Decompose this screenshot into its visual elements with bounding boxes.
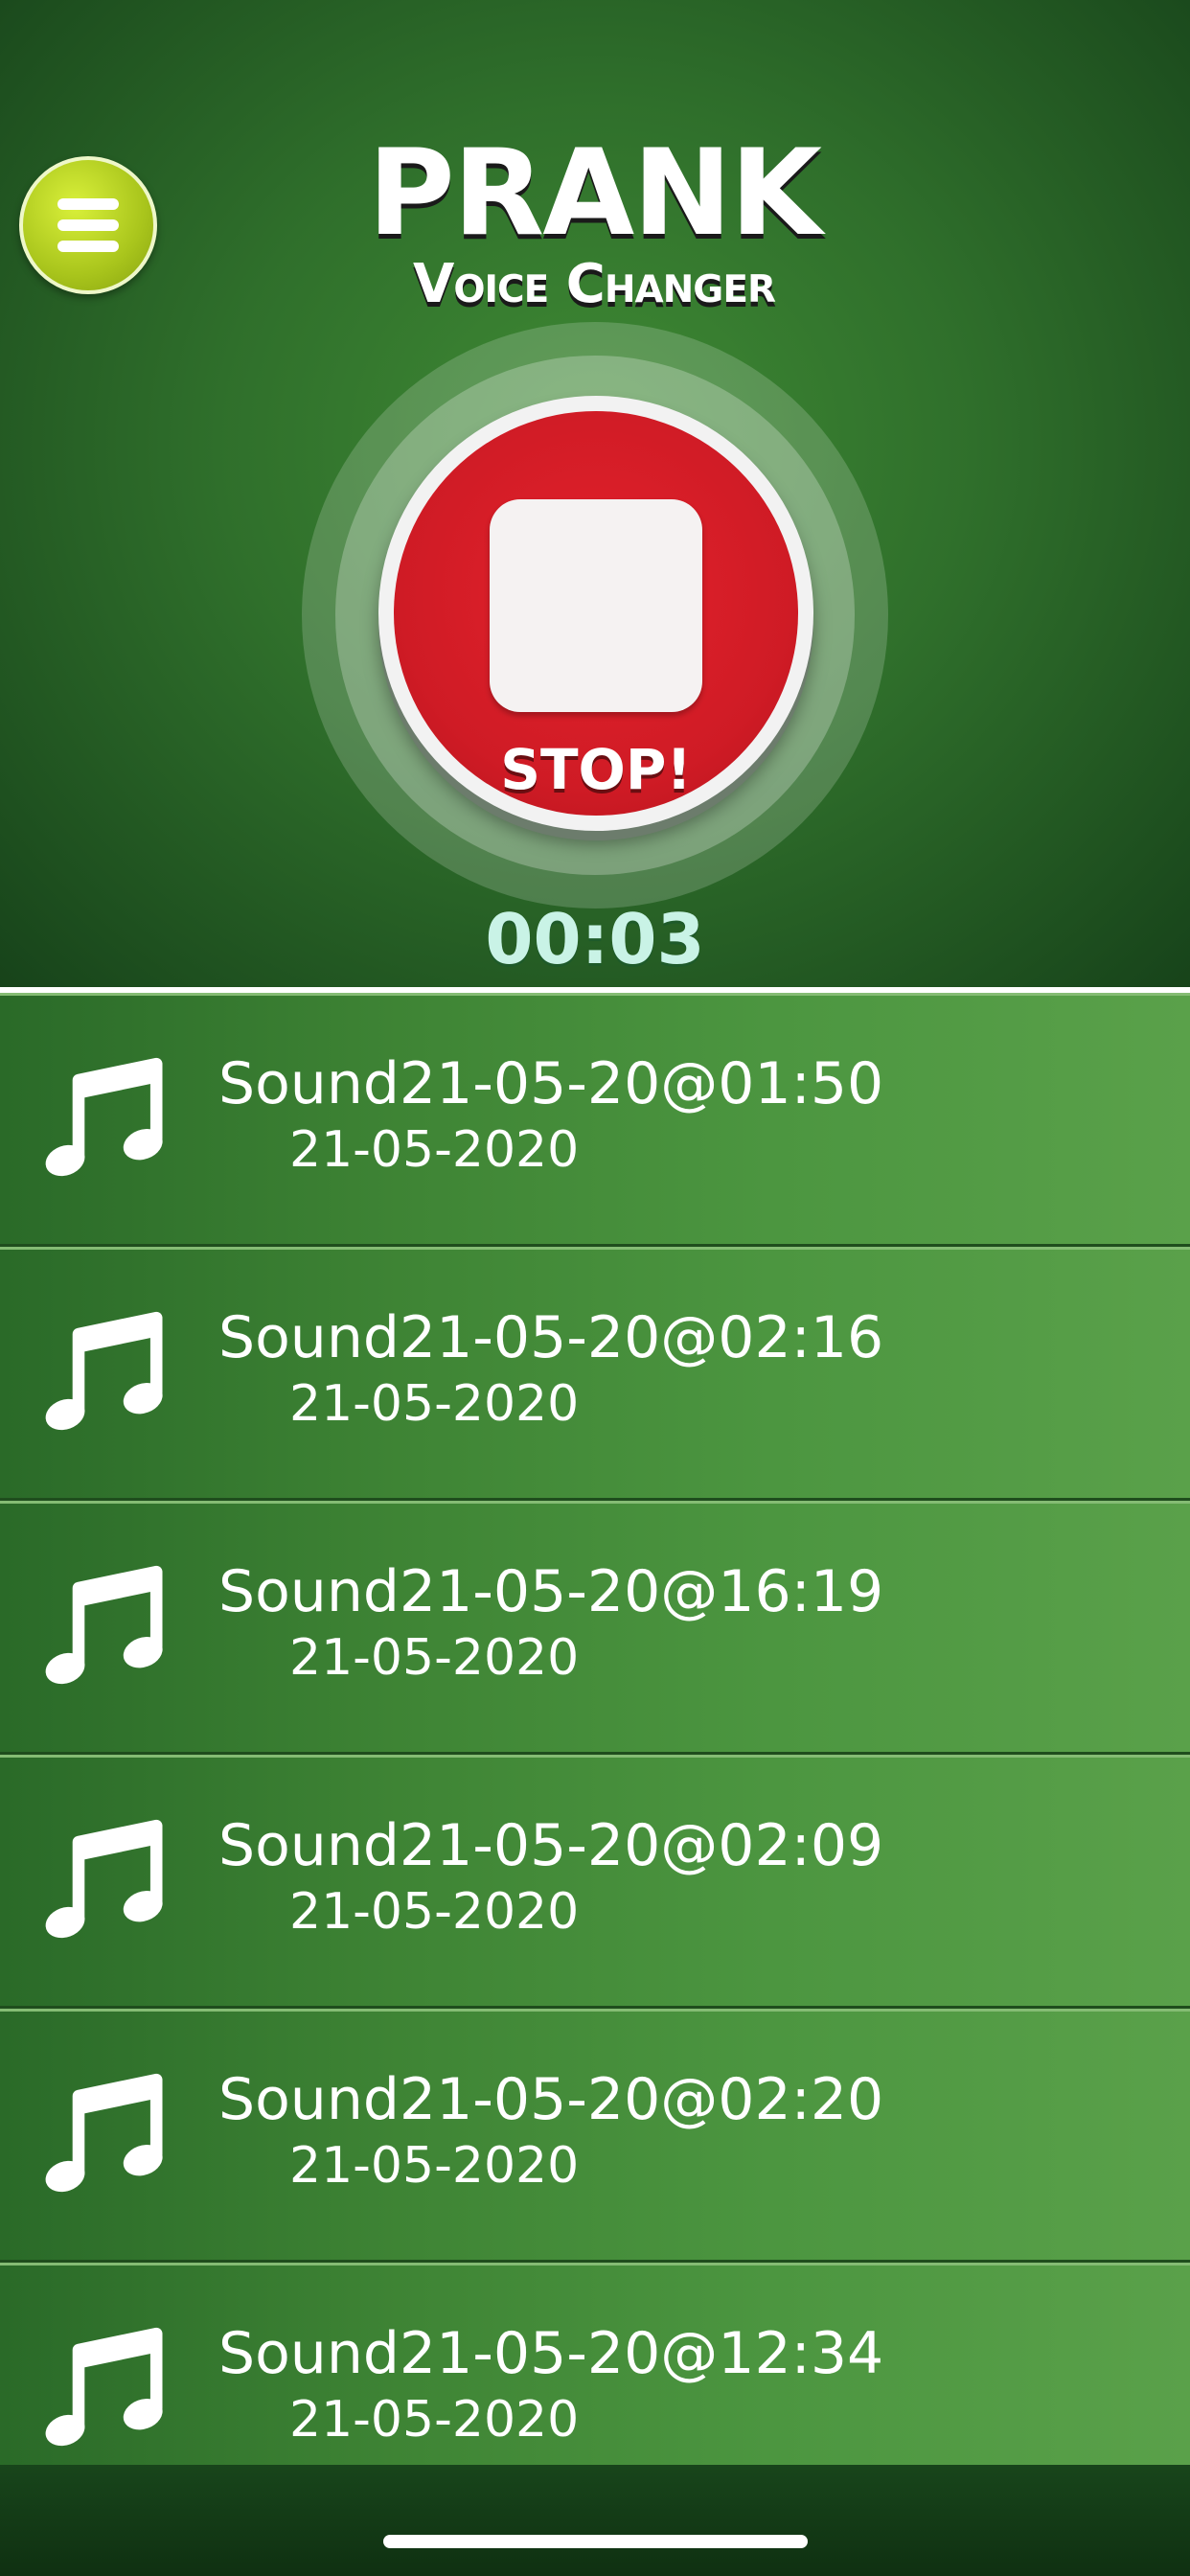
music-note-icon	[45, 1565, 163, 1685]
music-note-icon	[45, 1057, 163, 1177]
recording-item[interactable]: Sound21-05-20@12:34 21-05-2020	[0, 2263, 1190, 2465]
recording-item[interactable]: Sound21-05-20@02:16 21-05-2020	[0, 1247, 1190, 1501]
app-title-line1: PRANK	[367, 125, 822, 263]
recording-date: 21-05-2020	[289, 1883, 580, 1941]
recording-item[interactable]: Sound21-05-20@01:50 21-05-2020	[0, 993, 1190, 1247]
music-note-icon	[45, 2073, 163, 2193]
recording-title: Sound21-05-20@02:20	[218, 2066, 884, 2133]
recording-title: Sound21-05-20@01:50	[218, 1050, 884, 1117]
recording-item[interactable]: Sound21-05-20@02:09 21-05-2020	[0, 1755, 1190, 2009]
app-title: PRANK Voice Changer	[345, 134, 843, 316]
recording-date: 21-05-2020	[289, 2391, 580, 2449]
recorder-panel: PRANK Voice Changer STOP! 00:03	[0, 0, 1190, 987]
recording-date: 21-05-2020	[289, 1629, 580, 1687]
app-title-line2: Voice Changer	[412, 253, 776, 315]
recording-date: 21-05-2020	[289, 1121, 580, 1179]
recording-title: Sound21-05-20@02:09	[218, 1812, 884, 1879]
music-note-icon	[45, 1819, 163, 1939]
music-note-icon	[45, 1311, 163, 1431]
home-indicator[interactable]	[383, 2535, 808, 2548]
recording-title: Sound21-05-20@12:34	[218, 2320, 884, 2387]
stop-button-face: STOP!	[394, 411, 798, 816]
recording-title: Sound21-05-20@02:16	[218, 1304, 884, 1371]
bottom-safe-area	[0, 2465, 1190, 2576]
recording-date: 21-05-2020	[289, 1375, 580, 1433]
recording-timer: 00:03	[485, 899, 705, 979]
recordings-list: Sound21-05-20@01:50 21-05-2020 Sound21-0…	[0, 993, 1190, 2465]
stop-recording-button[interactable]: STOP!	[378, 396, 813, 831]
music-note-icon	[45, 2327, 163, 2447]
menu-button[interactable]	[19, 156, 157, 294]
stop-square-icon	[490, 499, 702, 712]
recording-item[interactable]: Sound21-05-20@02:20 21-05-2020	[0, 2009, 1190, 2263]
recording-date: 21-05-2020	[289, 2137, 580, 2195]
recording-item[interactable]: Sound21-05-20@16:19 21-05-2020	[0, 1501, 1190, 1755]
stop-button-label: STOP!	[500, 737, 692, 802]
recording-title: Sound21-05-20@16:19	[218, 1558, 884, 1625]
